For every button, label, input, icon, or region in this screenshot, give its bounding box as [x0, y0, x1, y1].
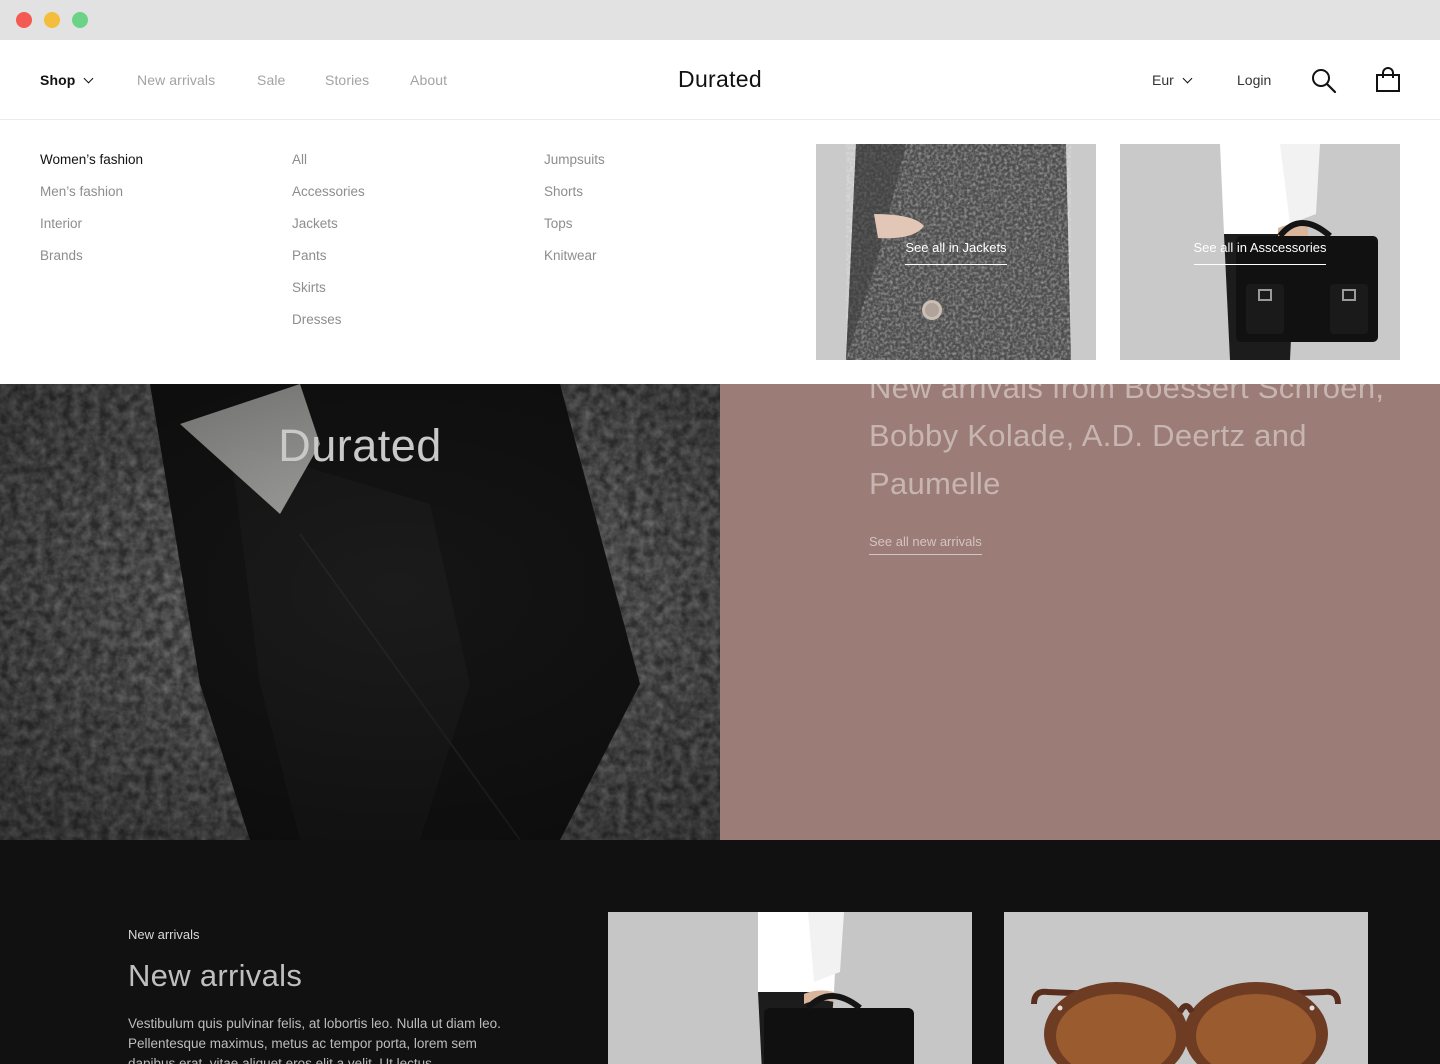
- new-arrivals-section: New arrivals New arrivals Vestibulum qui…: [0, 840, 1440, 1064]
- subcategory-jackets[interactable]: Jackets: [292, 216, 365, 248]
- minimize-window-button[interactable]: [44, 12, 60, 28]
- subcategory-accessories[interactable]: Accessories: [292, 184, 365, 216]
- hero-text-panel: New arrivals from Boessert Schroen, Bobb…: [720, 384, 1440, 840]
- briefcase-product-image: [608, 912, 972, 1064]
- chevron-down-icon: [1182, 73, 1193, 84]
- see-all-jackets-link[interactable]: See all in Jackets: [905, 240, 1007, 265]
- section-eyebrow: New arrivals: [128, 927, 200, 942]
- subcategory-all[interactable]: All: [292, 152, 365, 184]
- maximize-window-button[interactable]: [72, 12, 88, 28]
- subcategory-knitwear[interactable]: Knitwear: [544, 248, 605, 280]
- subcategory-skirts[interactable]: Skirts: [292, 280, 365, 312]
- close-window-button[interactable]: [16, 12, 32, 28]
- see-all-new-arrivals-link[interactable]: See all new arrivals: [869, 534, 982, 555]
- subcategory-dresses[interactable]: Dresses: [292, 312, 365, 344]
- subcategory-jumpsuits[interactable]: Jumpsuits: [544, 152, 605, 184]
- subcategory-pants[interactable]: Pants: [292, 248, 365, 280]
- see-all-accessories-link[interactable]: See all in Asscessories: [1193, 240, 1327, 265]
- hero-brand-title: Durated: [278, 420, 442, 471]
- hero-heading: New arrivals from Boessert Schroen, Bobb…: [869, 384, 1385, 501]
- category-interior[interactable]: Interior: [40, 216, 143, 248]
- subcategory-shorts[interactable]: Shorts: [544, 184, 605, 216]
- currency-selector[interactable]: Eur: [1152, 72, 1193, 88]
- subcategory-list-1: All Accessories Jackets Pants Skirts Dre…: [292, 152, 365, 344]
- search-icon[interactable]: [1311, 68, 1337, 94]
- currency-label: Eur: [1152, 72, 1174, 88]
- section-body: Vestibulum quis pulvinar felis, at lobor…: [128, 1016, 501, 1064]
- site-header: Shop New arrivals Sale Stories About Dur…: [0, 40, 1440, 120]
- window-chrome: [0, 0, 1440, 40]
- category-mens-fashion[interactable]: Men’s fashion: [40, 184, 143, 216]
- subcategory-tops[interactable]: Tops: [544, 216, 605, 248]
- site-logo[interactable]: Durated: [0, 66, 1440, 93]
- category-list: Women’s fashion Men’s fashion Interior B…: [40, 152, 143, 280]
- product-card-sunglasses[interactable]: [1004, 912, 1368, 1064]
- promo-accessories[interactable]: See all in Asscessories: [1120, 144, 1400, 360]
- login-link[interactable]: Login: [1237, 72, 1271, 88]
- section-title: New arrivals: [128, 958, 303, 993]
- hero-image-panel: Durated: [0, 384, 720, 840]
- shopping-bag-icon[interactable]: [1375, 67, 1401, 93]
- subcategory-list-2: Jumpsuits Shorts Tops Knitwear: [544, 152, 605, 280]
- shop-mega-menu: Women’s fashion Men’s fashion Interior B…: [0, 120, 1440, 384]
- sunglasses-product-image: [1004, 912, 1368, 1064]
- category-womens-fashion[interactable]: Women’s fashion: [40, 152, 143, 184]
- promo-jackets[interactable]: See all in Jackets: [816, 144, 1096, 360]
- product-card-briefcase[interactable]: [608, 912, 972, 1064]
- category-brands[interactable]: Brands: [40, 248, 143, 280]
